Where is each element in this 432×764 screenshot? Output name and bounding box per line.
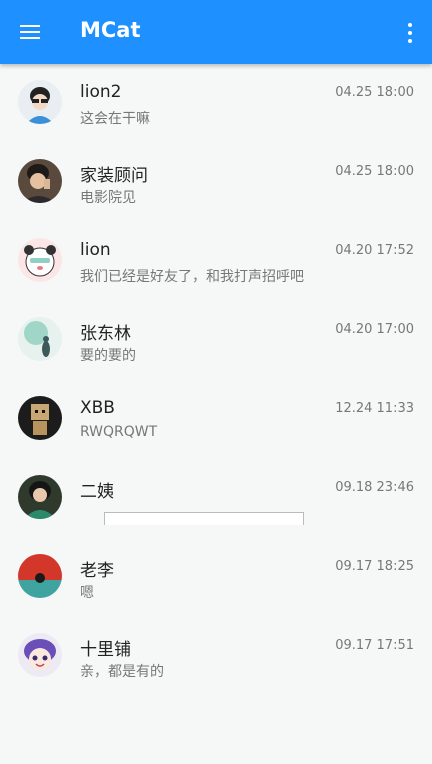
avatar-panda [18,238,62,282]
chat-row-zhang-donglin[interactable]: 张东林 04.20 17:00 要的要的 [0,301,432,380]
chat-name: lion [80,240,111,260]
chat-row-home-consultant[interactable]: 家装顾问 04.25 18:00 电影院见 [0,143,432,222]
chat-last-message: 要的要的 [80,348,136,364]
avatar-sunset [18,554,62,598]
avatar-box-robot [18,396,62,440]
chat-name: 十里铺 [80,640,131,660]
chat-row-shi-li-pu[interactable]: 十里铺 09.17 17:51 亲，都是有的 [0,617,432,696]
chat-last-message: 这会在干嘛 [80,111,150,127]
chat-time: 12.24 11:33 [335,401,414,416]
chat-row-lao-li[interactable]: 老李 09.17 18:25 嗯 [0,538,432,617]
chat-last-message: 我们已经是好友了，和我打声招呼吧 [80,269,304,285]
popup-edge [104,512,304,525]
app-bar: MCat [0,0,432,64]
menu-icon[interactable] [12,14,48,50]
chat-last-message: 电影院见 [80,190,136,206]
avatar-mint-figure [18,317,62,361]
chat-name: 二姨 [80,482,114,502]
chat-name: XBB [80,398,115,418]
chat-time: 09.17 18:25 [335,559,414,574]
chat-row-lion[interactable]: lion 04.20 17:52 我们已经是好友了，和我打声招呼吧 [0,222,432,301]
chat-name: lion2 [80,82,122,102]
chat-name: 老李 [80,561,114,581]
avatar-anime-girl [18,633,62,677]
chat-list: lion2 04.25 18:00 这会在干嘛 家装顾问 04.25 18:00… [0,64,432,696]
chat-name: 家装顾问 [80,166,148,186]
chat-row-er-yi[interactable]: 二姨 09.18 23:46 [0,459,432,538]
more-vert-icon[interactable] [402,18,418,48]
app-title: MCat [80,18,141,42]
avatar-woman-photo [18,475,62,519]
chat-row-xbb[interactable]: XBB 12.24 11:33 RWQRQWT [0,380,432,459]
chat-time: 09.17 17:51 [335,638,414,653]
chat-time: 04.25 18:00 [335,85,414,100]
chat-name: 张东林 [80,324,131,344]
chat-time: 04.20 17:52 [335,243,414,258]
chat-last-message: 亲，都是有的 [80,664,164,680]
chat-last-message: RWQRQWT [80,424,158,440]
chat-row-lion2[interactable]: lion2 04.25 18:00 这会在干嘛 [0,64,432,143]
chat-last-message: 嗯 [80,585,94,601]
chat-time: 09.18 23:46 [335,480,414,495]
chat-time: 04.25 18:00 [335,164,414,179]
avatar-person-photo [18,159,62,203]
avatar-cartoon-boy [18,80,62,124]
chat-time: 04.20 17:00 [335,322,414,337]
